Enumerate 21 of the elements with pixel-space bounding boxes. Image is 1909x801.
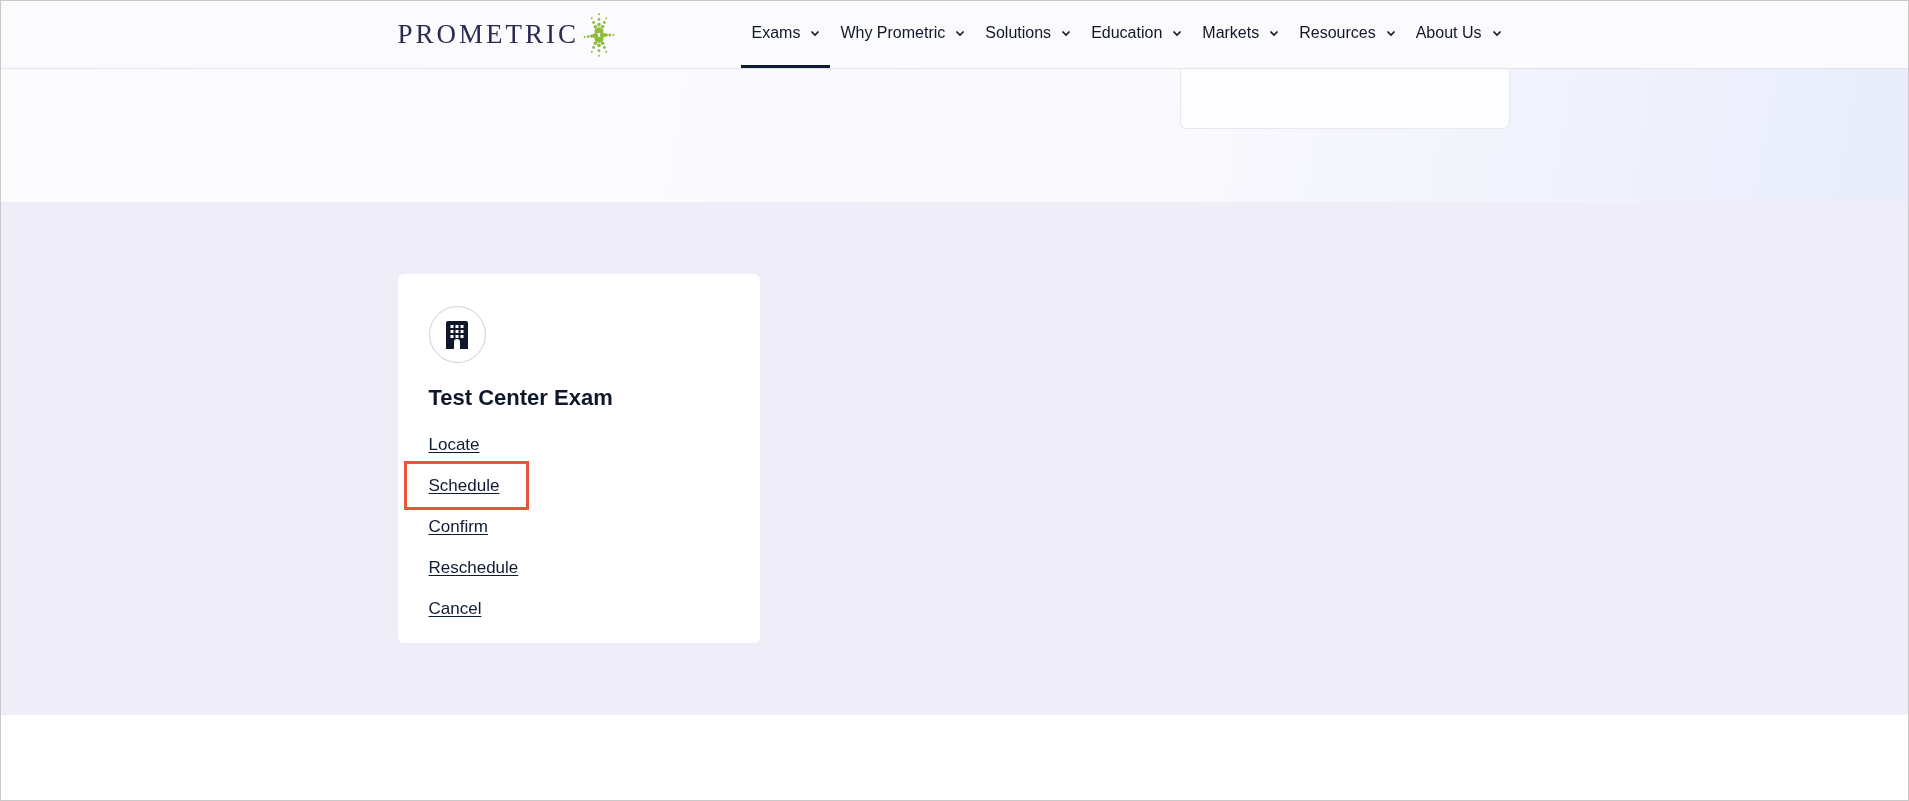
card-link[interactable]: Cancel [428, 595, 482, 622]
nav-menu-item[interactable]: Markets [1192, 1, 1290, 68]
nav-menu-item[interactable]: About Us [1405, 1, 1512, 68]
nav-menu-item[interactable]: Solutions [975, 1, 1082, 68]
card-link[interactable]: Reschedule [428, 554, 519, 581]
chevron-down-icon [1061, 29, 1072, 37]
nav-menu-item[interactable]: Education [1081, 1, 1193, 68]
building-icon [446, 320, 468, 349]
chevron-down-icon [1385, 29, 1396, 37]
card-link[interactable]: Schedule [428, 472, 500, 499]
chevron-down-icon [1269, 29, 1280, 37]
card-title: Test Center Exam [428, 384, 614, 412]
logo-wordmark[interactable]: PROMETRIC [397, 14, 580, 55]
chevron-down-icon [810, 29, 821, 37]
card-link[interactable]: Locate [428, 431, 480, 458]
chevron-down-icon [1172, 29, 1183, 37]
nav-menu-item[interactable]: Resources [1289, 1, 1406, 68]
chevron-down-icon [955, 29, 966, 37]
card-link[interactable]: Confirm [428, 513, 488, 540]
chevron-down-icon [1491, 29, 1502, 37]
nav-menu-item[interactable]: Why Prometric [830, 1, 976, 68]
